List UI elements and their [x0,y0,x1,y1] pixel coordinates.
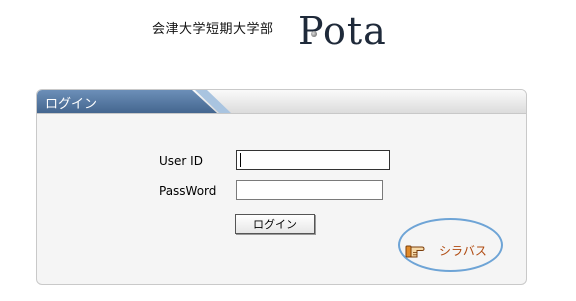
login-panel-header: ログイン [37,90,526,114]
logo-globe-icon [311,31,317,37]
login-button[interactable]: ログイン [235,214,315,234]
password-label: PassWord [159,184,217,198]
university-name: 会津大学短期大学部 [152,22,274,37]
text-caret [240,153,241,167]
user-id-input[interactable] [236,150,390,170]
header: 会津大学短期大学部 Pota [0,0,576,60]
login-panel: ログイン User ID PassWord ログイン シラバス [36,89,527,285]
user-id-label: User ID [159,154,203,168]
password-input[interactable] [236,180,383,200]
pointing-hand-icon [405,243,425,259]
syllabus-label: シラバス [439,244,487,258]
syllabus-link[interactable]: シラバス [405,242,487,259]
login-panel-title: ログイン [45,97,98,112]
